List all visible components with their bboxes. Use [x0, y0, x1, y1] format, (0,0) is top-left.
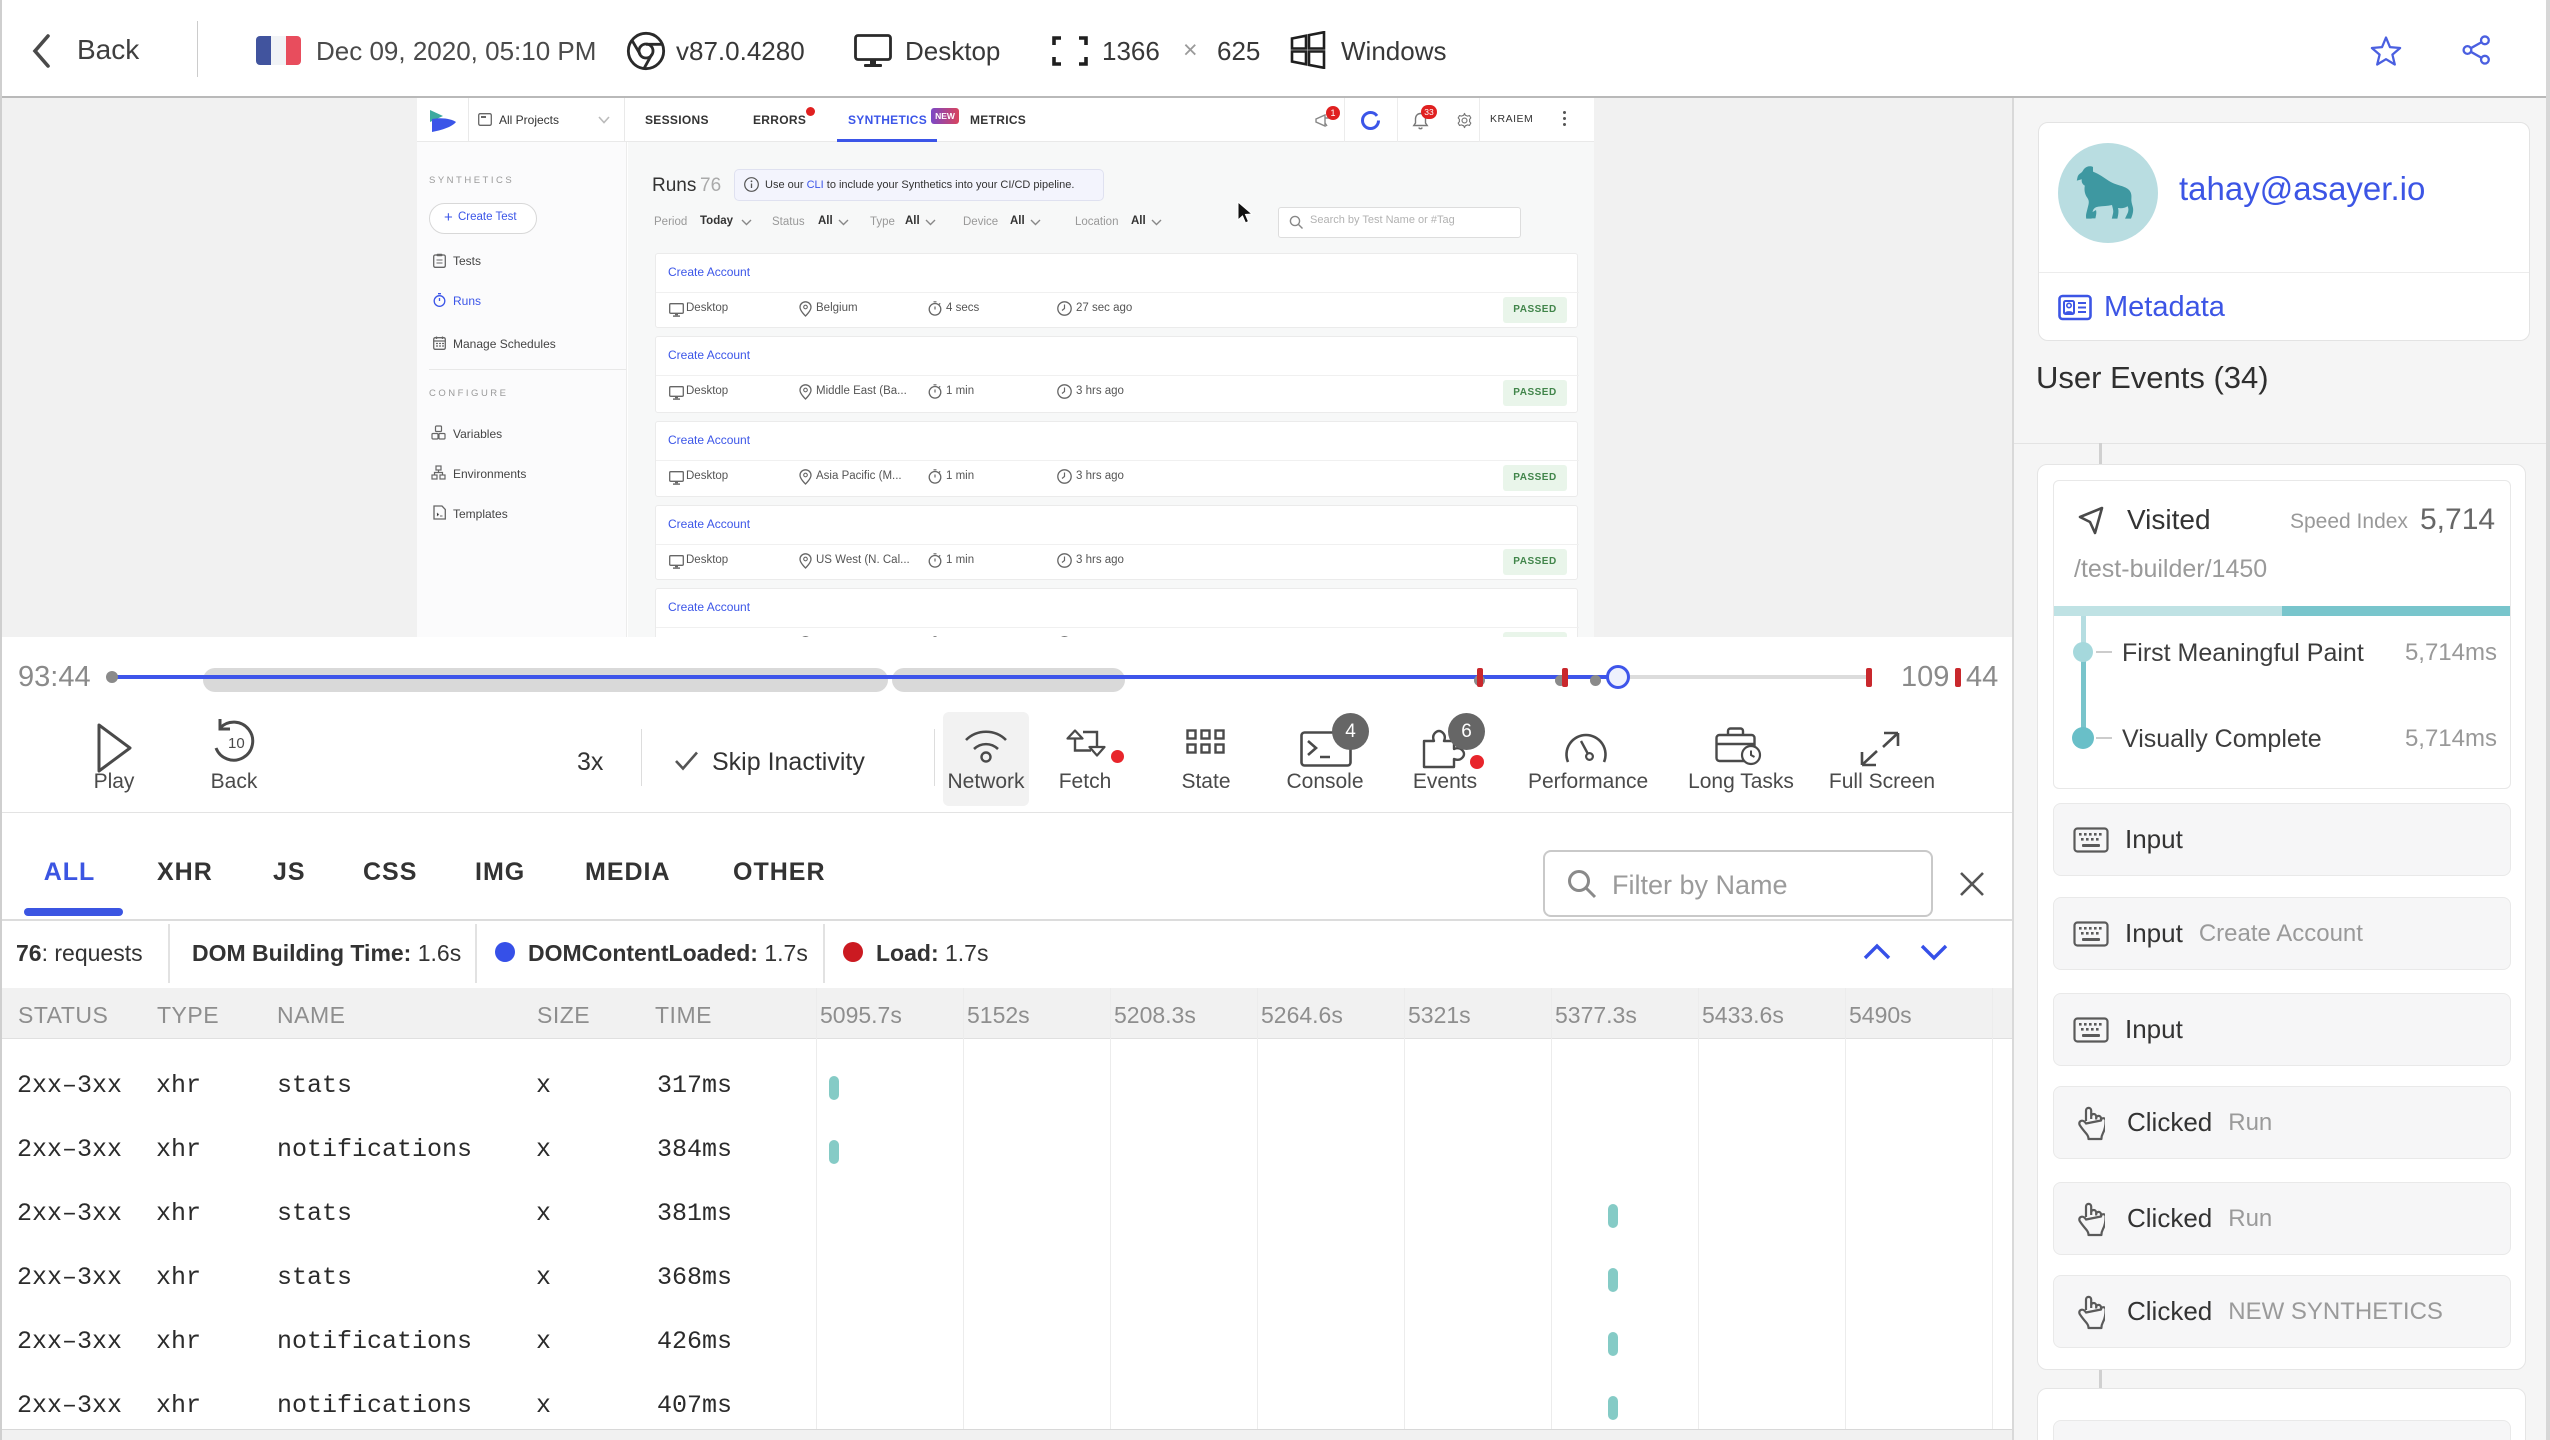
- svg-text:10: 10: [228, 735, 245, 752]
